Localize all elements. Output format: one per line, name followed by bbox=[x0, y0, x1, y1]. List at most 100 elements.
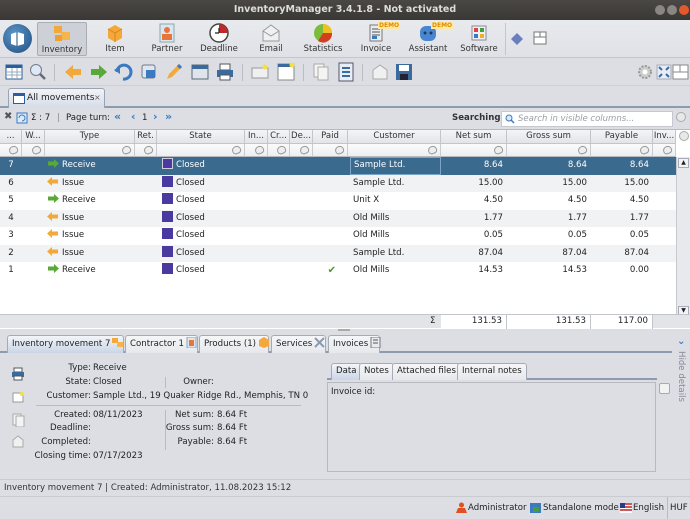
ribbon-software[interactable]: Software bbox=[458, 22, 500, 56]
column-header-type[interactable]: Type bbox=[45, 130, 135, 144]
table-row[interactable]: 5 Receive Closed Unit X 4.50 4.50 4.50 bbox=[0, 192, 676, 210]
tab-internal-notes[interactable]: Internal notes bbox=[457, 363, 527, 380]
column-header-state[interactable]: State bbox=[157, 130, 245, 144]
table-row[interactable]: 7 Receive Closed Sample Ltd. 8.64 8.64 8.64 bbox=[0, 157, 676, 175]
filter-icon[interactable] bbox=[492, 144, 505, 156]
filter-icon[interactable] bbox=[333, 144, 346, 156]
tab-services[interactable]: Services bbox=[271, 335, 326, 353]
filter-icon[interactable] bbox=[253, 144, 266, 156]
print-icon[interactable] bbox=[215, 62, 235, 82]
table-row[interactable]: 6 Issue Closed Sample Ltd. 15.00 15.00 15.00 bbox=[0, 174, 676, 192]
tab-data[interactable]: Data bbox=[331, 363, 362, 380]
column-filter-payable[interactable] bbox=[591, 144, 653, 157]
search-settings-icon[interactable] bbox=[676, 112, 686, 122]
table-row[interactable]: 1 Receive Closed ✔ Old Mills 14.53 14.53 0.00 bbox=[0, 262, 676, 280]
filter-icon[interactable] bbox=[661, 144, 674, 156]
column-header-payable[interactable]: Payable bbox=[591, 130, 653, 144]
ribbon-assistant[interactable]: DEMO Assistant bbox=[405, 22, 454, 56]
filter-icon[interactable] bbox=[7, 144, 20, 156]
ribbon-item[interactable]: Item bbox=[95, 22, 135, 56]
first-page-icon[interactable]: « bbox=[114, 110, 121, 123]
column-header-customer[interactable]: Customer bbox=[348, 130, 441, 144]
column-filter-created[interactable] bbox=[268, 144, 290, 157]
copy-document-icon[interactable] bbox=[311, 62, 331, 82]
last-page-icon[interactable]: » bbox=[165, 110, 172, 123]
column-header-invoice[interactable]: Inv... bbox=[653, 130, 676, 144]
ribbon-inventory[interactable]: Inventory bbox=[37, 22, 87, 56]
status-mode[interactable]: Standalone mode bbox=[543, 497, 619, 519]
edit-pencil-icon[interactable] bbox=[164, 62, 184, 82]
layout-icon[interactable] bbox=[671, 62, 690, 82]
layout-icon[interactable] bbox=[533, 31, 547, 45]
column-header-returned[interactable]: Ret. bbox=[135, 130, 157, 144]
filter-icon[interactable] bbox=[142, 144, 155, 156]
tab-attached-files[interactable]: Attached files bbox=[392, 363, 461, 380]
search-input[interactable]: Search in visible columns... bbox=[501, 111, 673, 127]
filter-icon[interactable] bbox=[298, 144, 311, 156]
status-currency[interactable]: HUF bbox=[667, 497, 688, 519]
column-header-warehouse[interactable]: W... bbox=[22, 130, 45, 144]
status-user[interactable]: Administrator bbox=[468, 497, 527, 519]
table-row[interactable]: 2 Issue Closed Sample Ltd. 87.04 87.04 87.04 bbox=[0, 244, 676, 262]
new-document-icon[interactable] bbox=[250, 62, 270, 82]
next-page-icon[interactable]: › bbox=[153, 110, 158, 123]
column-settings-icon[interactable] bbox=[679, 131, 689, 141]
filter-icon[interactable] bbox=[120, 144, 133, 156]
splitter-handle[interactable] bbox=[338, 329, 350, 331]
hide-details-toggle[interactable]: ⌄ Hide details bbox=[672, 336, 690, 485]
column-filter-gross-sum[interactable] bbox=[507, 144, 591, 157]
diamond-icon[interactable] bbox=[510, 32, 524, 46]
column-header-id[interactable]: ... bbox=[0, 130, 22, 144]
column-filter-deadline[interactable] bbox=[290, 144, 313, 157]
tab-products[interactable]: Products (1) bbox=[199, 335, 270, 353]
new-window-icon[interactable] bbox=[11, 390, 25, 404]
filter-icon[interactable] bbox=[638, 144, 651, 156]
app-logo-icon[interactable] bbox=[3, 24, 32, 53]
column-header-gross-sum[interactable]: Gross sum bbox=[507, 130, 591, 144]
table-row[interactable]: 4 Issue Closed Old Mills 1.77 1.77 1.77 bbox=[0, 209, 676, 227]
column-filter-type[interactable] bbox=[45, 144, 135, 157]
column-filter-customer[interactable] bbox=[348, 144, 441, 157]
filter-icon[interactable] bbox=[30, 144, 43, 156]
column-filter-state[interactable] bbox=[157, 144, 245, 157]
column-header-paid[interactable]: Paid bbox=[313, 130, 348, 144]
status-language[interactable]: English bbox=[633, 497, 664, 519]
column-header-in[interactable]: In... bbox=[245, 130, 268, 144]
arrow-right-icon[interactable] bbox=[89, 62, 109, 82]
panel-settings-icon[interactable] bbox=[659, 383, 670, 394]
ribbon-statistics[interactable]: Statistics bbox=[301, 22, 345, 56]
filter-icon[interactable] bbox=[275, 144, 288, 156]
ribbon-invoice[interactable]: DEMO Invoice bbox=[356, 22, 401, 56]
new-window-icon[interactable] bbox=[276, 62, 296, 82]
copy-window-icon[interactable] bbox=[139, 62, 159, 82]
list-document-icon[interactable] bbox=[336, 62, 356, 82]
tab-invoices[interactable]: Invoices bbox=[328, 335, 381, 353]
table-view-icon[interactable] bbox=[4, 62, 24, 82]
print-icon[interactable] bbox=[11, 367, 25, 381]
column-filter-returned[interactable] bbox=[135, 144, 157, 157]
filter-icon[interactable] bbox=[576, 144, 589, 156]
previous-page-icon[interactable]: ‹ bbox=[131, 110, 136, 123]
tab-inventory-movement[interactable]: Inventory movement 7 bbox=[7, 335, 124, 353]
maximize-button[interactable] bbox=[667, 5, 677, 15]
column-filter-paid[interactable] bbox=[313, 144, 348, 157]
mail-icon[interactable] bbox=[11, 434, 25, 448]
minimize-button[interactable] bbox=[655, 5, 665, 15]
close-tab-icon[interactable]: × bbox=[94, 89, 101, 107]
column-filter-in[interactable] bbox=[245, 144, 268, 157]
copy-document-icon[interactable] bbox=[11, 413, 25, 427]
undo-icon[interactable] bbox=[113, 62, 133, 82]
filter-icon[interactable] bbox=[230, 144, 243, 156]
calendar-print-icon[interactable] bbox=[190, 62, 210, 82]
mail-icon[interactable] bbox=[370, 62, 390, 82]
filter-icon[interactable] bbox=[426, 144, 439, 156]
vertical-scrollbar[interactable]: ▲ ▼ bbox=[676, 157, 690, 317]
table-row[interactable]: 3 Issue Closed Old Mills 0.05 0.05 0.05 bbox=[0, 227, 676, 245]
arrow-left-icon[interactable] bbox=[63, 62, 83, 82]
close-button[interactable] bbox=[679, 5, 689, 15]
clear-filter-icon[interactable]: ✖ bbox=[4, 111, 12, 122]
search-icon[interactable] bbox=[28, 62, 48, 82]
column-filter-net-sum[interactable] bbox=[441, 144, 507, 157]
column-header-created[interactable]: Cr... bbox=[268, 130, 290, 144]
tab-contractor[interactable]: Contractor 1 bbox=[125, 335, 198, 353]
